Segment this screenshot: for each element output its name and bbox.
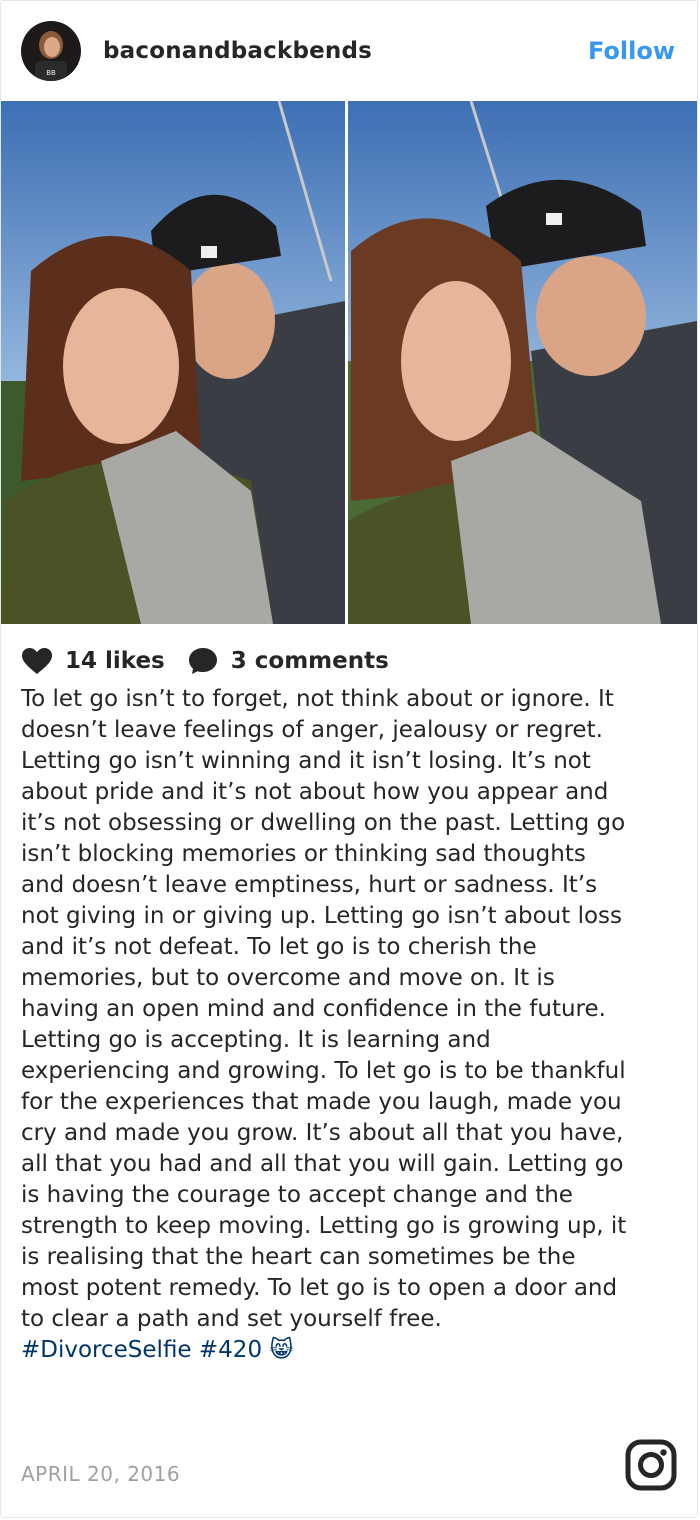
username[interactable]: baconandbackbends xyxy=(103,38,588,64)
instagram-logo-icon[interactable] xyxy=(625,1439,677,1495)
post-photo[interactable] xyxy=(1,101,697,624)
grinning-cat-emoji: 😸 xyxy=(269,1337,294,1363)
svg-text:BB: BB xyxy=(46,69,56,77)
hashtag-divorceselfie[interactable]: #DivorceSelfie xyxy=(21,1337,192,1363)
selfie-right xyxy=(348,101,697,624)
heart-icon xyxy=(21,646,53,676)
hashtag-420[interactable]: #420 xyxy=(199,1337,262,1363)
post-footer: APRIL 20, 2016 xyxy=(21,1437,677,1497)
avatar[interactable]: BB xyxy=(21,21,81,81)
comments-count: 3 comments xyxy=(230,648,389,674)
comment-bubble-icon xyxy=(187,646,219,676)
likes-stat[interactable]: 14 likes xyxy=(21,646,165,676)
post-header: BB baconandbackbends Follow xyxy=(1,1,697,101)
likes-count: 14 likes xyxy=(65,648,165,674)
post-date: APRIL 20, 2016 xyxy=(21,1462,181,1486)
follow-button[interactable]: Follow xyxy=(588,37,675,65)
photo-collage xyxy=(1,101,697,624)
comments-stat[interactable]: 3 comments xyxy=(187,646,389,676)
selfie-left xyxy=(1,101,345,624)
instagram-embed-card: BB baconandbackbends Follow 14 likes 3 c… xyxy=(0,0,698,1518)
post-caption: To let go isn’t to forget, not think abo… xyxy=(21,686,627,1332)
hashtag-line: #DivorceSelfie #420 😸 xyxy=(1,1335,697,1366)
